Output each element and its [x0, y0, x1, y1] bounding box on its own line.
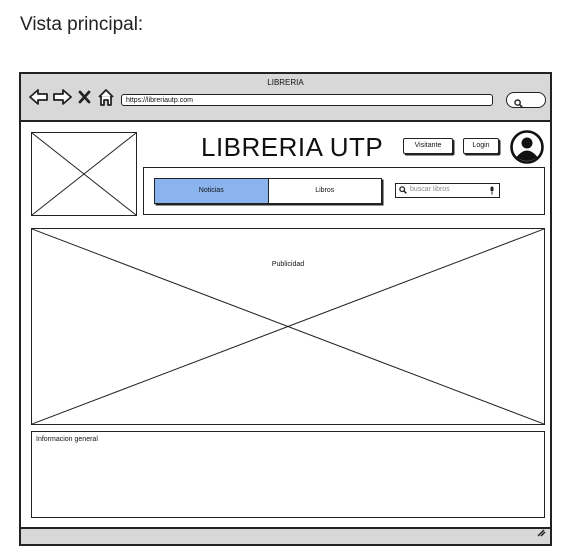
book-search-input[interactable]: buscar libros — [395, 183, 500, 198]
advertisement-area: Publicidad — [31, 228, 545, 425]
tab-bar: Noticias Libros — [154, 178, 382, 204]
window-title: LIBRERIA — [267, 78, 304, 87]
login-button[interactable]: Login — [463, 138, 499, 154]
browser-window: LIBRERIA https://libreriautp.com LIBRERI… — [19, 72, 552, 546]
tab-libros[interactable]: Libros — [269, 179, 382, 203]
home-icon[interactable] — [97, 88, 115, 106]
user-avatar-icon[interactable] — [510, 130, 544, 169]
search-icon — [514, 95, 523, 113]
app-title: LIBRERIA UTP — [201, 132, 384, 162]
status-bar — [21, 527, 550, 544]
browser-search-box[interactable] — [506, 92, 546, 108]
image-placeholder-icon — [32, 133, 136, 215]
back-arrow-icon[interactable] — [29, 88, 49, 106]
close-icon[interactable] — [78, 88, 91, 106]
general-info-label: Informacion general — [36, 436, 98, 443]
search-icon — [399, 186, 407, 199]
resize-grip-icon[interactable] — [536, 524, 546, 542]
tab-noticias[interactable]: Noticias — [155, 179, 269, 203]
microphone-icon[interactable] — [489, 186, 495, 200]
general-info-panel: Informacion general — [31, 431, 545, 518]
visitor-button[interactable]: Visitante — [403, 138, 453, 154]
logo-placeholder — [31, 132, 137, 216]
advertisement-label: Publicidad — [271, 261, 305, 268]
browser-toolbar: LIBRERIA https://libreriautp.com — [21, 74, 550, 122]
page-caption: Vista principal: — [20, 14, 144, 35]
image-placeholder-icon — [32, 229, 544, 424]
forward-arrow-icon[interactable] — [52, 88, 72, 106]
address-bar[interactable]: https://libreriautp.com — [121, 94, 493, 106]
